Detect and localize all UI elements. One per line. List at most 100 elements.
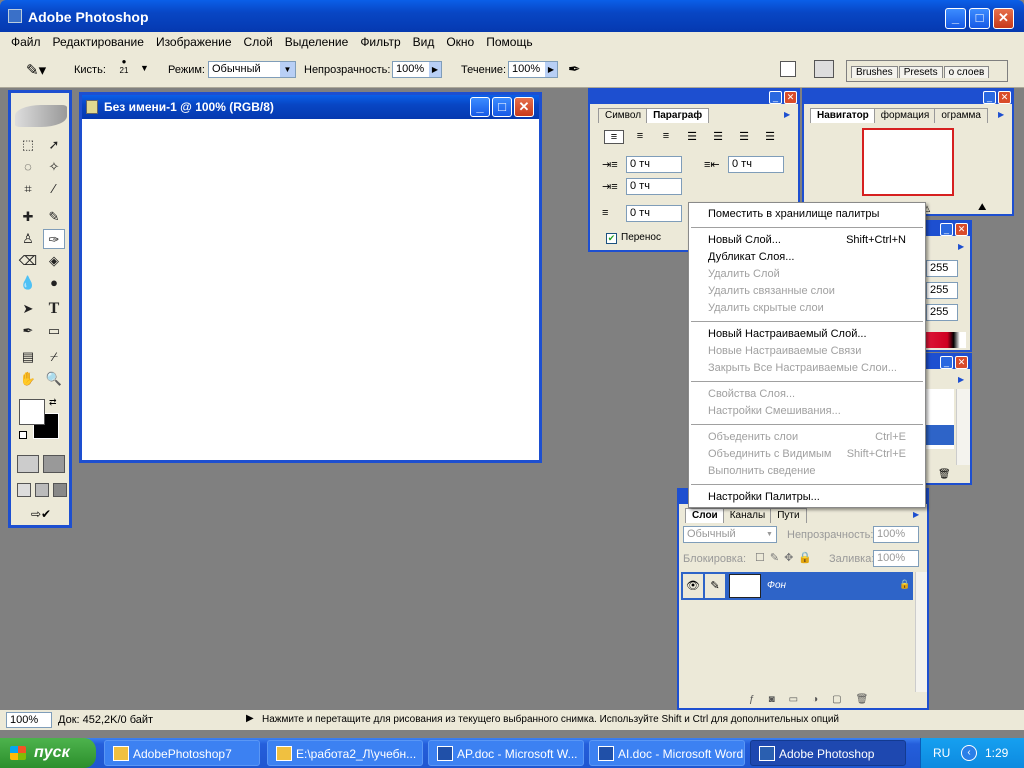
history-brush-icon[interactable]: ✑ (43, 229, 65, 249)
panel-menu-icon[interactable]: ▶ (958, 375, 964, 384)
justify-right-icon[interactable]: ☰ (734, 130, 754, 144)
navigator-preview[interactable] (862, 128, 954, 196)
quick-mask-icon[interactable] (43, 455, 65, 473)
panel-tab[interactable]: Слои (685, 508, 725, 523)
window-title-bar[interactable]: Adobe Photoshop _ □ ✕ (0, 0, 1024, 32)
jump-to-imageready-icon[interactable]: ⇨✔ (17, 507, 65, 523)
panel-tab[interactable]: формация (873, 108, 937, 123)
justify-left-icon[interactable]: ☰ (682, 130, 702, 144)
brush-preview[interactable]: ● 21 (113, 57, 135, 83)
scrollbar[interactable] (956, 389, 970, 465)
blend-mode-select[interactable]: Обычный ▼ (683, 526, 777, 543)
menu-item[interactable]: Помощь (480, 35, 538, 49)
indent-left-input[interactable]: 0 тч (626, 156, 682, 173)
blur-tool-icon[interactable]: 💧 (17, 273, 39, 293)
eraser-tool-icon[interactable]: ⌫ (17, 251, 39, 271)
dodge-tool-icon[interactable]: ● (43, 273, 65, 293)
indent-right-input[interactable]: 0 тч (728, 156, 784, 173)
close-button[interactable]: ✕ (993, 8, 1014, 29)
menu-item[interactable]: Фильтр (354, 35, 406, 49)
panel-minimize-button[interactable]: _ (940, 356, 953, 369)
scrollbar[interactable] (915, 572, 927, 692)
justify-all-icon[interactable]: ☰ (760, 130, 780, 144)
magic-wand-icon[interactable]: ✧ (43, 157, 65, 177)
adjustment-layer-icon[interactable]: ◑ (812, 694, 832, 705)
airbrush-icon[interactable]: ✒ (568, 60, 581, 78)
standard-mode-icon[interactable] (17, 455, 39, 473)
panel-tab[interactable]: Навигатор (810, 108, 876, 123)
panel-close-button[interactable]: ✕ (955, 356, 968, 369)
fill-input[interactable]: 100% (873, 550, 919, 567)
zoom-tool-icon[interactable]: 🔍 (43, 369, 65, 389)
minimize-button[interactable]: _ (945, 8, 966, 29)
brush-dropdown-icon[interactable]: ▼ (140, 63, 149, 73)
opacity-input[interactable]: 100% ▶ (392, 61, 442, 78)
lock-icons[interactable]: ☐✎✥🔒 (755, 551, 817, 564)
blue-value-input[interactable]: 255 (926, 304, 958, 321)
path-select-icon[interactable]: ➤ (17, 299, 39, 319)
panel-minimize-button[interactable]: _ (940, 223, 953, 236)
arrow-right-icon[interactable]: ▶ (429, 62, 441, 77)
arrow-right-icon[interactable]: ▶ (545, 62, 557, 77)
panel-minimize-button[interactable]: _ (983, 91, 996, 104)
foreground-color-swatch[interactable] (19, 399, 45, 425)
menu-item[interactable]: Выделение (279, 35, 355, 49)
red-value-input[interactable]: 255 (926, 260, 958, 277)
panel-close-button[interactable]: ✕ (998, 91, 1011, 104)
layer-row[interactable]: 👁 ✎ Фон 🔒 (681, 572, 913, 600)
taskbar-button[interactable]: Adobe Photoshop (750, 740, 906, 766)
align-left-icon[interactable]: ≡ (604, 130, 624, 144)
panel-menu-icon[interactable]: ▶ (913, 510, 919, 519)
trash-icon[interactable]: 🗑 (938, 469, 951, 480)
hyphenate-checkbox[interactable]: ✔ (606, 233, 617, 244)
brush-link-icon[interactable]: ✎ (705, 574, 725, 598)
screen-mode-full-icon[interactable] (53, 483, 67, 497)
panel-close-button[interactable]: ✕ (784, 91, 797, 104)
panel-tab[interactable]: ограмма (934, 108, 988, 123)
align-center-icon[interactable]: ≡ (630, 130, 650, 144)
align-right-icon[interactable]: ≡ (656, 130, 676, 144)
panel-tab[interactable]: Параграф (646, 108, 710, 123)
brush-tool-icon[interactable]: ✎ (43, 207, 65, 227)
visibility-eye-icon[interactable]: 👁 (683, 574, 703, 598)
space-after-input[interactable]: 0 тч (626, 205, 682, 222)
panel-menu-icon[interactable]: ▶ (784, 110, 790, 119)
screen-mode-standard-icon[interactable] (17, 483, 31, 497)
zoom-in-icon[interactable]: ⛰ (978, 202, 986, 213)
palette-well-tab[interactable]: Brushes (851, 66, 898, 78)
doc-minimize-button[interactable]: _ (470, 97, 490, 117)
tray-arrow-icon[interactable]: ‹ (961, 745, 977, 761)
context-menu-item[interactable]: Новый Слой... Shift+Ctrl+N (689, 232, 925, 249)
palette-icon[interactable] (780, 61, 796, 77)
screen-mode-full-menu-icon[interactable] (35, 483, 49, 497)
panel-menu-icon[interactable]: ▶ (958, 242, 964, 251)
type-tool-icon[interactable]: T (43, 299, 65, 319)
palette-well-tab[interactable]: о слоев (943, 66, 990, 78)
start-button[interactable]: пуск (0, 738, 96, 768)
menu-item[interactable]: Изображение (150, 35, 238, 49)
panel-tab[interactable]: Пути (770, 508, 807, 523)
new-layer-icon[interactable]: ▢ (832, 694, 855, 705)
pen-tool-icon[interactable]: ✒ (17, 321, 39, 341)
doc-maximize-button[interactable]: □ (492, 97, 512, 117)
document-title-bar[interactable]: Без имени-1 @ 100% (RGB/8) _ □ ✕ (82, 95, 539, 119)
language-indicator[interactable]: RU (933, 746, 950, 760)
indent-first-input[interactable]: 0 тч (626, 178, 682, 195)
paint-bucket-icon[interactable]: ◈ (43, 251, 65, 271)
rectangle-tool-icon[interactable]: ▭ (43, 321, 65, 341)
trash-icon[interactable]: 🗑 (856, 694, 883, 705)
context-menu-item[interactable]: Дубликат Слоя... (689, 249, 925, 266)
lasso-tool-icon[interactable]: ◌ (17, 157, 39, 177)
mode-select[interactable]: Обычный ▼ (208, 61, 296, 78)
crop-tool-icon[interactable]: ⌗ (17, 179, 39, 199)
layer-style-icon[interactable]: ƒ (749, 694, 769, 705)
menu-item[interactable]: Вид (407, 35, 441, 49)
panel-menu-icon[interactable]: ▶ (998, 110, 1004, 119)
taskbar-button[interactable]: AP.doc - Microsoft W... (428, 740, 584, 766)
eyedropper-icon[interactable]: ⌿ (43, 347, 65, 367)
panel-tab[interactable]: Каналы (722, 508, 773, 523)
marquee-tool-icon[interactable]: ⬚ (17, 135, 39, 155)
default-colors-icon[interactable] (19, 431, 27, 439)
file-browser-icon[interactable] (814, 60, 834, 78)
new-group-icon[interactable]: ▭ (789, 694, 812, 705)
